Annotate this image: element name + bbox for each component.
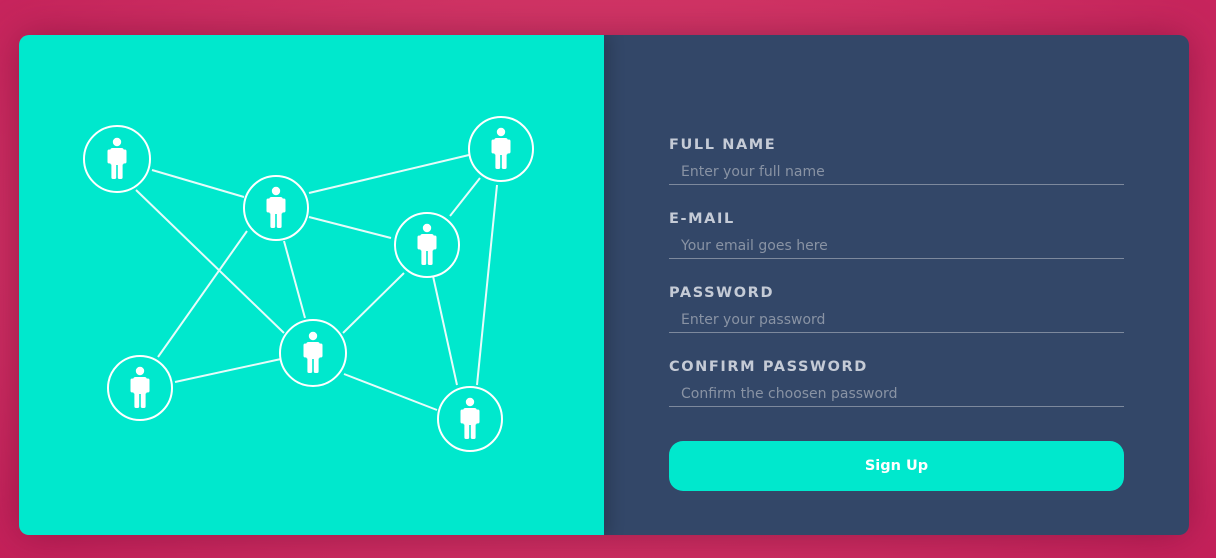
connection-line	[432, 275, 458, 386]
full-name-label: FULL NAME	[669, 137, 777, 153]
person-node	[279, 319, 347, 387]
full-name-input[interactable]	[669, 163, 1124, 185]
person-node	[243, 175, 309, 241]
person-node	[107, 355, 173, 421]
person-icon	[303, 331, 323, 373]
network-illustration	[83, 116, 534, 452]
email-field: E-MAIL	[669, 210, 1124, 284]
confirm-password-field: CONFIRM PASSWORD	[669, 358, 1124, 432]
connection-line	[342, 272, 405, 334]
person-node	[83, 125, 151, 193]
connection-line	[308, 216, 392, 239]
signup-form: FULL NAME E-MAIL PASSWORD CONFIRM PASSWO…	[669, 136, 1124, 491]
connection-line	[135, 189, 285, 334]
connection-line	[157, 230, 248, 358]
full-name-field: FULL NAME	[669, 136, 1124, 210]
person-icon	[266, 186, 286, 228]
connection-line	[449, 177, 481, 217]
password-label: PASSWORD	[669, 285, 775, 301]
signup-form-panel: FULL NAME E-MAIL PASSWORD CONFIRM PASSWO…	[604, 35, 1189, 535]
password-field: PASSWORD	[669, 284, 1124, 358]
person-icon	[460, 397, 480, 439]
confirm-password-input[interactable]	[669, 385, 1124, 407]
person-node	[468, 116, 534, 182]
sign-up-button[interactable]: Sign Up	[669, 441, 1124, 491]
connection-line	[476, 184, 498, 386]
confirm-password-label: CONFIRM PASSWORD	[669, 359, 868, 375]
connection-line	[174, 358, 282, 383]
email-label: E-MAIL	[669, 211, 735, 227]
connection-line	[343, 373, 438, 411]
network-illustration-panel	[19, 35, 604, 535]
connection-line	[151, 169, 245, 198]
signup-card: FULL NAME E-MAIL PASSWORD CONFIRM PASSWO…	[19, 35, 1189, 535]
person-icon	[107, 137, 127, 179]
person-nodes	[83, 116, 534, 452]
person-node	[394, 212, 460, 278]
person-node	[437, 386, 503, 452]
email-input[interactable]	[669, 237, 1124, 259]
person-icon	[417, 223, 437, 265]
person-icon	[491, 127, 511, 169]
person-icon	[130, 366, 150, 408]
password-input[interactable]	[669, 311, 1124, 333]
connection-line	[283, 240, 306, 319]
connection-line	[308, 154, 470, 194]
